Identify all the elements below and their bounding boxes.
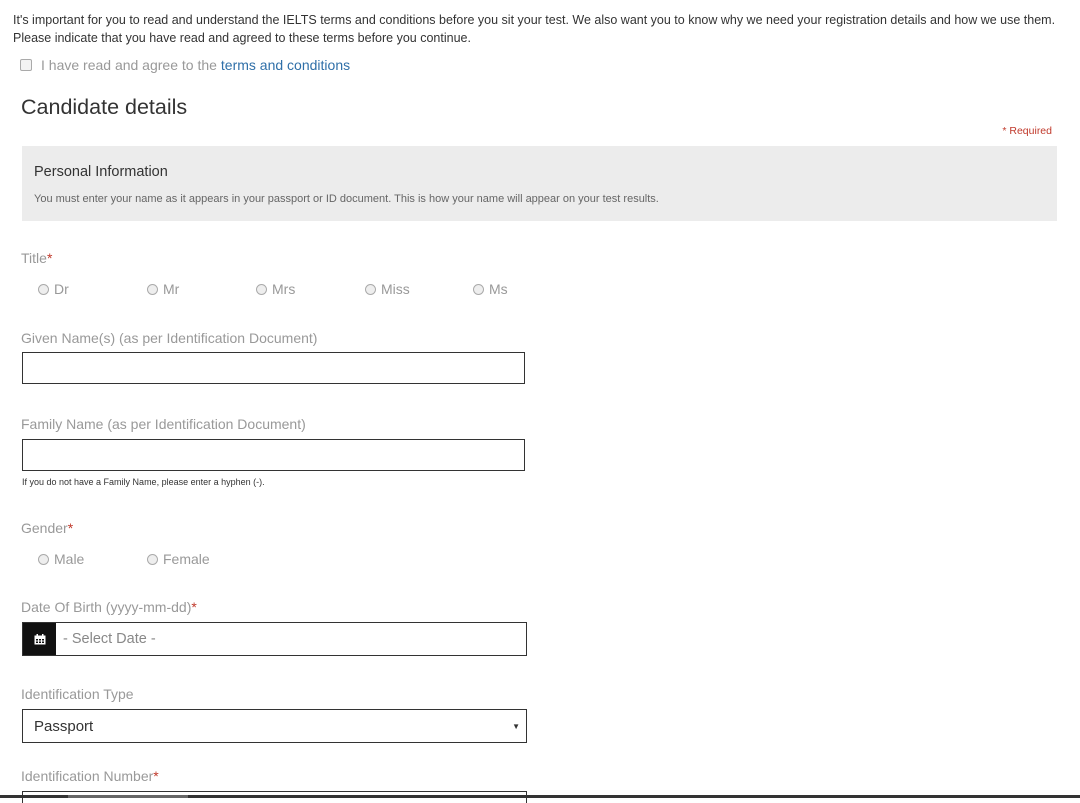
dob-field: - Select Date - (22, 622, 527, 656)
required-mark: * (67, 520, 74, 536)
personal-info-text: You must enter your name as it appears i… (34, 193, 659, 205)
radio-button[interactable] (473, 283, 484, 295)
id-number-label: Identification Number* (21, 768, 159, 784)
id-type-select[interactable]: Passport ▼ (22, 709, 527, 743)
page-title: Candidate details (21, 95, 188, 119)
radio-label: Dr (54, 281, 69, 297)
title-radio-mr[interactable]: Mr (147, 281, 179, 297)
personal-info-heading: Personal Information (34, 164, 168, 180)
given-name-input[interactable] (22, 352, 525, 384)
dob-input[interactable]: - Select Date - (56, 631, 526, 647)
given-name-label: Given Name(s) (as per Identification Doc… (21, 330, 318, 346)
radio-label: Male (54, 551, 85, 567)
radio-label: Mrs (272, 281, 296, 297)
family-name-help: If you do not have a Family Name, please… (22, 477, 265, 487)
title-label: Title* (21, 250, 52, 266)
required-mark: * (46, 250, 53, 266)
id-number-label-text: Identification Number (21, 768, 154, 784)
required-mark: * (191, 599, 197, 615)
radio-button[interactable] (147, 283, 158, 295)
radio-button[interactable] (365, 283, 376, 295)
radio-label: Mr (163, 281, 180, 297)
title-radio-mrs[interactable]: Mrs (256, 281, 295, 297)
chevron-down-icon: ▼ (512, 721, 520, 731)
gender-radio-male[interactable]: Male (38, 551, 84, 567)
required-mark: * (153, 768, 159, 784)
dob-label-text: Date Of Birth (yyyy-mm-dd) (21, 599, 192, 615)
terms-checkbox[interactable] (20, 59, 32, 71)
gender-radio-female[interactable]: Female (147, 551, 210, 567)
title-label-text: Title (21, 250, 47, 266)
terms-intro-text: It's important for you to read and under… (13, 13, 1056, 45)
terms-agreement-row: I have read and agree to the terms and c… (20, 57, 350, 73)
radio-label: Ms (489, 281, 508, 297)
id-type-selected: Passport (34, 717, 94, 735)
family-name-input[interactable] (22, 439, 525, 471)
radio-button[interactable] (147, 553, 158, 565)
title-radio-miss[interactable]: Miss (365, 281, 410, 297)
radio-button[interactable] (38, 283, 49, 295)
family-name-label: Family Name (as per Identification Docum… (21, 416, 306, 432)
radio-label: Miss (381, 281, 410, 297)
required-note: * Required (1002, 125, 1052, 137)
personal-info-box: Personal Information You must enter your… (22, 146, 1057, 221)
title-radio-ms[interactable]: Ms (473, 281, 508, 297)
id-type-label: Identification Type (21, 686, 134, 702)
title-radio-dr[interactable]: Dr (38, 281, 69, 297)
dob-label: Date Of Birth (yyyy-mm-dd)* (21, 599, 197, 615)
gender-label-text: Gender (21, 520, 68, 536)
radio-button[interactable] (38, 553, 49, 565)
radio-button[interactable] (256, 283, 267, 295)
terms-checkbox-label: I have read and agree to the (41, 57, 217, 73)
gender-label: Gender* (21, 520, 73, 536)
calendar-icon[interactable] (23, 623, 56, 655)
terms-link[interactable]: terms and conditions (221, 57, 350, 73)
radio-label: Female (163, 551, 210, 567)
